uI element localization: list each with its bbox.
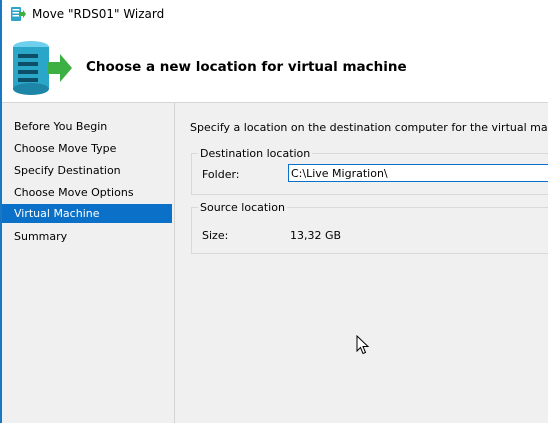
main-content: Specify a location on the destination co… <box>175 103 548 423</box>
nav-item-choose-move-options[interactable]: Choose Move Options <box>2 183 172 202</box>
instructions-text: Specify a location on the destination co… <box>190 121 548 134</box>
mouse-cursor-icon <box>356 335 370 355</box>
folder-input[interactable] <box>288 164 548 182</box>
size-label: Size: <box>202 229 229 242</box>
destination-group-label: Destination location <box>198 147 313 160</box>
wizard-steps-nav: Before You Begin Choose Move Type Specif… <box>2 103 175 423</box>
nav-item-summary[interactable]: Summary <box>2 227 172 246</box>
wizard-icon <box>11 7 26 21</box>
page-title: Choose a new location for virtual machin… <box>86 59 407 75</box>
title-bar[interactable]: Move "RDS01" Wizard <box>2 0 548 28</box>
window-title: Move "RDS01" Wizard <box>32 7 165 21</box>
source-group-label: Source location <box>198 201 287 214</box>
nav-item-specify-destination[interactable]: Specify Destination <box>2 161 172 180</box>
wizard-header: Choose a new location for virtual machin… <box>2 28 548 103</box>
source-location-group: Source location <box>191 201 548 254</box>
size-value: 13,32 GB <box>290 229 342 242</box>
server-move-icon <box>13 41 72 95</box>
nav-item-virtual-machine[interactable]: Virtual Machine <box>2 204 172 223</box>
nav-item-before-you-begin[interactable]: Before You Begin <box>2 117 172 136</box>
nav-item-choose-move-type[interactable]: Choose Move Type <box>2 139 172 158</box>
folder-label: Folder: <box>202 168 240 181</box>
